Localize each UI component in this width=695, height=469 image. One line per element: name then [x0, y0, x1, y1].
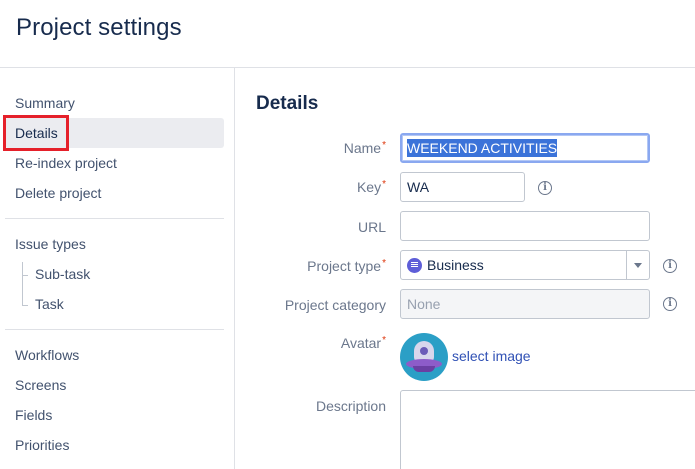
required-marker: *	[382, 335, 386, 346]
sidebar-divider	[5, 218, 224, 219]
key-input[interactable]: WA	[400, 172, 525, 202]
required-marker: *	[382, 258, 386, 269]
page-title: Project settings	[16, 14, 182, 41]
name-label: Name*	[236, 140, 386, 156]
sidebar-item-reindex-project[interactable]: Re-index project	[5, 148, 224, 178]
info-icon[interactable]: i	[538, 181, 552, 195]
avatar-label: Avatar*	[236, 335, 386, 351]
avatar-label-text: Avatar	[340, 335, 382, 351]
sidebar-divider	[5, 329, 224, 330]
sidebar-item-summary[interactable]: Summary	[5, 88, 224, 118]
sidebar-item-subtask[interactable]: Sub-task	[5, 259, 224, 289]
name-label-text: Name	[343, 140, 382, 156]
sidebar-item-screens[interactable]: Screens	[5, 370, 224, 400]
section-title: Details	[256, 93, 319, 114]
sidebar-item-issue-types[interactable]: Issue types	[5, 229, 224, 259]
project-type-value: Business	[427, 257, 484, 273]
page-header: Project settings	[0, 0, 695, 68]
project-category-label: Project category	[236, 297, 386, 313]
info-icon[interactable]: i	[663, 297, 677, 311]
sidebar-item-task[interactable]: Task	[5, 289, 224, 319]
required-marker: *	[382, 140, 386, 151]
url-label: URL	[236, 219, 386, 235]
select-divider	[626, 251, 627, 279]
description-label: Description	[236, 398, 386, 414]
description-textarea[interactable]	[400, 390, 695, 469]
required-marker: *	[382, 179, 386, 190]
sidebar-item-delete-project[interactable]: Delete project	[5, 178, 224, 208]
sidebar-item-fields[interactable]: Fields	[5, 400, 224, 430]
sidebar-item-priorities[interactable]: Priorities	[5, 430, 224, 460]
annotation-highlight-box	[3, 115, 69, 151]
ufo-avatar-eye	[420, 347, 428, 355]
project-avatar[interactable]	[400, 333, 448, 381]
sidebar-item-workflows[interactable]: Workflows	[5, 340, 224, 370]
name-input[interactable]: WEEKEND ACTIVITIES	[400, 133, 650, 163]
project-category-select[interactable]: None	[400, 289, 650, 319]
project-category-label-text: Project category	[284, 297, 386, 313]
project-type-label: Project type*	[236, 258, 386, 274]
info-icon[interactable]: i	[663, 259, 677, 273]
project-type-select[interactable]: Business	[400, 250, 650, 280]
business-project-icon	[407, 258, 422, 273]
url-input[interactable]	[400, 211, 650, 241]
details-panel: Details Name* WEEKEND ACTIVITIES Key* WA…	[236, 68, 695, 469]
project-type-label-text: Project type	[307, 258, 382, 274]
chevron-down-icon[interactable]	[634, 263, 642, 268]
key-label: Key*	[236, 179, 386, 195]
description-label-text: Description	[315, 398, 386, 414]
url-label-text: URL	[357, 219, 386, 235]
select-image-link[interactable]: select image	[452, 348, 531, 364]
key-label-text: Key	[356, 179, 382, 195]
ufo-avatar-base	[413, 366, 435, 372]
name-input-value: WEEKEND ACTIVITIES	[407, 139, 558, 157]
